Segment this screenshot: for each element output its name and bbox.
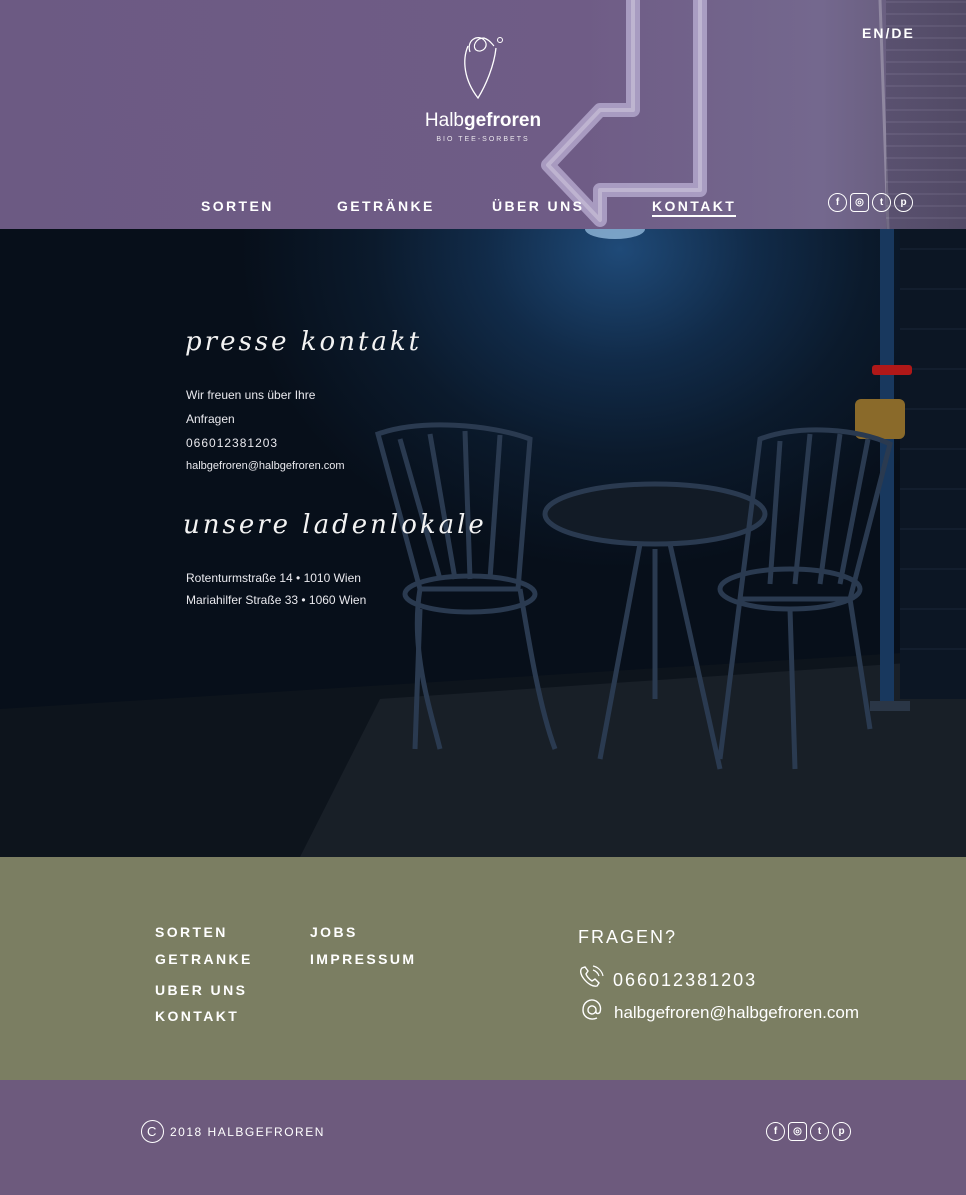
copyright: C 2018 HALBGEFROREN bbox=[141, 1120, 325, 1143]
cafe-table-chairs-image bbox=[0, 229, 966, 857]
presse-phone[interactable]: 066012381203 bbox=[186, 436, 278, 450]
footer-link-jobs[interactable]: JOBS bbox=[310, 924, 358, 940]
copyright-icon: C bbox=[141, 1120, 164, 1143]
footer-link-ueber-uns[interactable]: UBER UNS bbox=[155, 982, 247, 998]
header-social-links: f ◎ t p bbox=[828, 193, 913, 212]
address-2: Mariahilfer Straße 33 • 1060 Wien bbox=[186, 593, 367, 607]
footer-social-links: f ◎ t p bbox=[766, 1122, 851, 1141]
pinterest-icon[interactable]: p bbox=[894, 193, 913, 212]
nav-sorten[interactable]: SORTEN bbox=[201, 198, 274, 214]
fragen-heading: FRAGEN? bbox=[578, 927, 678, 947]
bottom-bar: C 2018 HALBGEFROREN f ◎ t p bbox=[0, 1080, 966, 1195]
site-header: EN/DE Halbgefroren BIO TEE-SORBETS SORTE… bbox=[0, 0, 966, 229]
language-switch[interactable]: EN/DE bbox=[862, 25, 915, 41]
presse-kontakt-heading: presse kontakt bbox=[185, 327, 423, 357]
site-footer: SORTEN GETRANKE UBER UNS KONTAKT JOBS IM… bbox=[0, 857, 966, 1080]
footer-link-kontakt[interactable]: KONTAKT bbox=[155, 1008, 239, 1024]
phone-icon bbox=[579, 965, 604, 987]
nav-ueber-uns[interactable]: ÜBER UNS bbox=[492, 198, 584, 214]
nav-getraenke[interactable]: GETRÄNKE bbox=[337, 198, 435, 214]
footer-link-impressum[interactable]: IMPRESSUM bbox=[310, 951, 416, 967]
main-nav: SORTEN GETRÄNKE ÜBER UNS KONTAKT bbox=[0, 198, 966, 218]
ladenlokale-heading: unsere ladenlokale bbox=[183, 510, 487, 540]
at-sign-icon bbox=[582, 999, 602, 1020]
address-1: Rotenturmstraße 14 • 1010 Wien bbox=[186, 571, 361, 585]
tagline: BIO TEE-SORBETS bbox=[436, 136, 530, 143]
instagram-icon[interactable]: ◎ bbox=[850, 193, 869, 212]
copyright-text: 2018 HALBGEFROREN bbox=[170, 1124, 325, 1139]
presse-text-line2: Anfragen bbox=[186, 412, 235, 426]
brand-name: Halbgefroren bbox=[424, 110, 542, 131]
footer-phone[interactable]: 066012381203 bbox=[613, 970, 757, 991]
presse-email[interactable]: halbgefroren@halbgefroren.com bbox=[186, 460, 345, 472]
logo[interactable]: Halbgefroren BIO TEE-SORBETS bbox=[415, 30, 551, 143]
footer-email[interactable]: halbgefroren@halbgefroren.com bbox=[614, 1003, 859, 1023]
twitter-icon[interactable]: t bbox=[872, 193, 891, 212]
contact-hero: presse kontakt Wir freuen uns über Ihre … bbox=[0, 229, 966, 857]
pinterest-icon[interactable]: p bbox=[832, 1122, 851, 1141]
footer-link-sorten[interactable]: SORTEN bbox=[155, 924, 228, 940]
page: EN/DE Halbgefroren BIO TEE-SORBETS SORTE… bbox=[0, 0, 966, 1195]
facebook-icon[interactable]: f bbox=[828, 193, 847, 212]
nav-kontakt[interactable]: KONTAKT bbox=[652, 198, 737, 217]
instagram-icon[interactable]: ◎ bbox=[788, 1122, 807, 1141]
twitter-icon[interactable]: t bbox=[810, 1122, 829, 1141]
ice-cream-logo-icon bbox=[464, 37, 503, 100]
footer-link-getraenke[interactable]: GETRANKE bbox=[155, 951, 253, 967]
presse-text-line1: Wir freuen uns über Ihre bbox=[186, 388, 316, 402]
facebook-icon[interactable]: f bbox=[766, 1122, 785, 1141]
